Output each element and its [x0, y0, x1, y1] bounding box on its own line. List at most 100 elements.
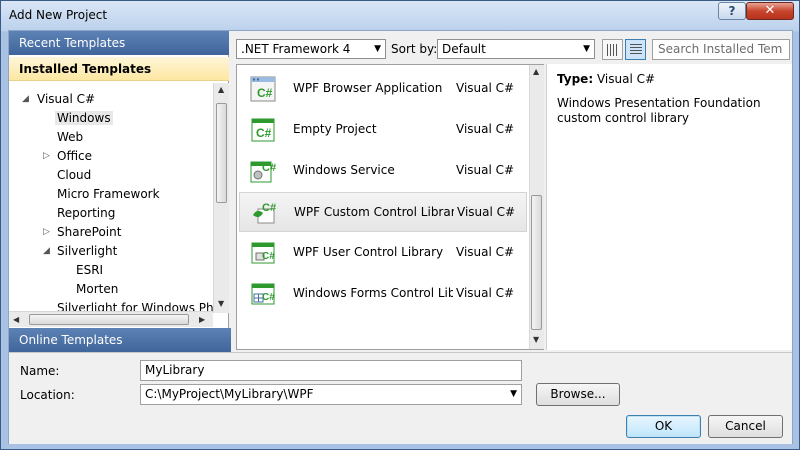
tree-vertical-scrollbar[interactable]: ▲ ▼: [213, 83, 229, 313]
template-item-wpf-user-control-library[interactable]: C# WPF User Control Library Visual C#: [239, 233, 527, 273]
template-item-wpf-browser-application[interactable]: C# WPF Browser Application Visual C#: [239, 69, 527, 109]
tree-item-label: Cloud: [57, 168, 92, 182]
framework-select-value: .NET Framework 4: [241, 42, 351, 56]
svg-text:C#: C#: [262, 202, 276, 214]
type-label: Type:: [557, 72, 594, 86]
title-bar: Add New Project ? ✕: [1, 1, 799, 31]
list-view-icon: [630, 44, 642, 56]
windows-service-icon: C#: [250, 161, 276, 183]
chevron-down-icon: ▼: [510, 389, 517, 399]
template-description: Windows Presentation Foundation custom c…: [557, 96, 761, 125]
svg-text:C#: C#: [262, 292, 275, 303]
scroll-left-icon[interactable]: ◀: [13, 315, 19, 324]
scroll-up-icon[interactable]: ▲: [218, 85, 224, 94]
winforms-control-icon: C#: [251, 283, 275, 305]
wpf-user-control-icon: C#: [251, 242, 275, 264]
svg-text:C#: C#: [256, 126, 272, 140]
browse-button[interactable]: Browse...: [536, 383, 620, 406]
scroll-thumb[interactable]: [29, 314, 189, 325]
tree-item-label: Micro Framework: [57, 187, 160, 201]
help-button[interactable]: ?: [718, 2, 746, 20]
expand-arrow-icon[interactable]: ◢: [43, 242, 50, 261]
ok-button[interactable]: OK: [626, 415, 701, 438]
tree-item-micro-framework[interactable]: Micro Framework: [57, 185, 160, 204]
scroll-right-icon[interactable]: ▶: [199, 315, 205, 324]
location-value: C:\MyProject\MyLibrary\WPF: [145, 387, 314, 401]
dialog-client: Recent Templates Installed Templates ◢ V…: [8, 30, 793, 444]
sort-select[interactable]: Default ▼: [437, 39, 595, 59]
tree-item-windows[interactable]: Windows: [55, 109, 113, 128]
tree-item-label: ESRI: [76, 263, 104, 277]
framework-select[interactable]: .NET Framework 4 ▼: [236, 39, 386, 59]
template-item-empty-project[interactable]: C# Empty Project Visual C#: [239, 110, 527, 150]
project-name-input[interactable]: MyLibrary: [140, 360, 522, 381]
template-item-wpf-custom-control-library[interactable]: C# WPF Custom Control Library Visual C#: [239, 192, 527, 232]
svg-text:C#: C#: [262, 251, 275, 262]
location-select[interactable]: C:\MyProject\MyLibrary\WPF ▼: [140, 384, 522, 405]
scroll-down-icon[interactable]: ▼: [218, 299, 224, 308]
online-templates-header[interactable]: Online Templates: [9, 328, 231, 352]
tree-item-label: Morten: [76, 282, 119, 296]
tree-item-label: Silverlight for Windows Phone: [57, 301, 214, 311]
template-tree: ◢ Visual C# Windows Web ▷ Office Cloud M: [9, 83, 214, 311]
cancel-button[interactable]: Cancel: [708, 415, 783, 438]
tree-item-morten[interactable]: Morten: [76, 280, 118, 299]
tree-item-web[interactable]: Web: [57, 128, 83, 147]
search-installed-templates-input[interactable]: Search Installed Tem: [652, 39, 790, 60]
template-name: WPF Custom Control Library: [294, 205, 454, 219]
template-type: Type: Visual C#: [557, 72, 655, 86]
add-new-project-dialog: Add New Project ? ✕ Recent Templates Ins…: [0, 0, 800, 450]
sort-select-value: Default: [442, 42, 486, 56]
window-title: Add New Project: [9, 8, 108, 22]
scroll-up-icon[interactable]: ▲: [533, 67, 539, 76]
template-list-scrollbar[interactable]: ▲ ▼: [529, 65, 544, 349]
template-item-windows-service[interactable]: C# Windows Service Visual C#: [239, 151, 527, 191]
medium-icons-view-button[interactable]: [625, 39, 646, 60]
template-language: Visual C#: [456, 81, 515, 95]
template-list: C# WPF Browser Application Visual C# C# …: [236, 64, 544, 350]
template-item-windows-forms-control-library[interactable]: C# Windows Forms Control Library Visual …: [239, 274, 527, 314]
template-language: Visual C#: [456, 122, 515, 136]
small-icons-view-button[interactable]: [602, 39, 623, 60]
wpf-custom-control-icon: C#: [253, 202, 276, 224]
template-language: Visual C#: [456, 245, 515, 259]
template-details-pane: Type: Visual C# Windows Presentation Fou…: [546, 64, 792, 350]
recent-templates-header[interactable]: Recent Templates: [9, 31, 229, 55]
grid-view-icon: [607, 44, 619, 56]
tree-item-silverlight-windows-phone[interactable]: Silverlight for Windows Phone: [57, 299, 214, 311]
name-label: Name:: [20, 364, 60, 378]
expand-arrow-icon[interactable]: ▷: [43, 147, 50, 166]
installed-templates-header[interactable]: Installed Templates: [9, 57, 229, 81]
scroll-down-icon[interactable]: ▼: [533, 335, 539, 344]
location-label: Location:: [20, 388, 75, 402]
tree-item-label: Silverlight: [57, 244, 118, 258]
chevron-down-icon: ▼: [583, 44, 590, 54]
tree-item-esri[interactable]: ESRI: [76, 261, 103, 280]
chevron-down-icon: ▼: [374, 44, 381, 54]
tree-item-cloud[interactable]: Cloud: [57, 166, 91, 185]
tree-item-label: Windows: [55, 111, 113, 125]
template-language: Visual C#: [456, 286, 515, 300]
empty-project-icon: C#: [251, 118, 275, 142]
tree-item-label: SharePoint: [57, 225, 122, 239]
tree-item-reporting[interactable]: Reporting: [57, 204, 115, 223]
scroll-thumb[interactable]: [216, 103, 227, 203]
sort-by-label: Sort by:: [391, 42, 438, 56]
type-value: Visual C#: [596, 72, 656, 86]
template-categories-pane: Recent Templates Installed Templates ◢ V…: [9, 31, 229, 351]
close-button[interactable]: ✕: [746, 2, 794, 20]
tree-item-label: Office: [57, 149, 93, 163]
template-language: Visual C#: [457, 205, 516, 219]
template-name: WPF Browser Application: [293, 81, 443, 95]
wpf-browser-app-icon: C#: [250, 76, 276, 102]
template-name: Empty Project: [293, 122, 377, 136]
tree-horizontal-scrollbar[interactable]: ◀ ▶: [9, 311, 213, 327]
template-name: WPF User Control Library: [293, 245, 444, 259]
tree-item-label: Visual C#: [37, 92, 96, 106]
expand-arrow-icon[interactable]: ◢: [22, 90, 29, 109]
expand-arrow-icon[interactable]: ▷: [43, 223, 50, 242]
svg-text:C#: C#: [257, 86, 273, 100]
project-form: Name: MyLibrary Location: C:\MyProject\M…: [9, 352, 792, 444]
template-name: Windows Forms Control Library: [293, 286, 453, 300]
scroll-thumb[interactable]: [531, 195, 542, 330]
